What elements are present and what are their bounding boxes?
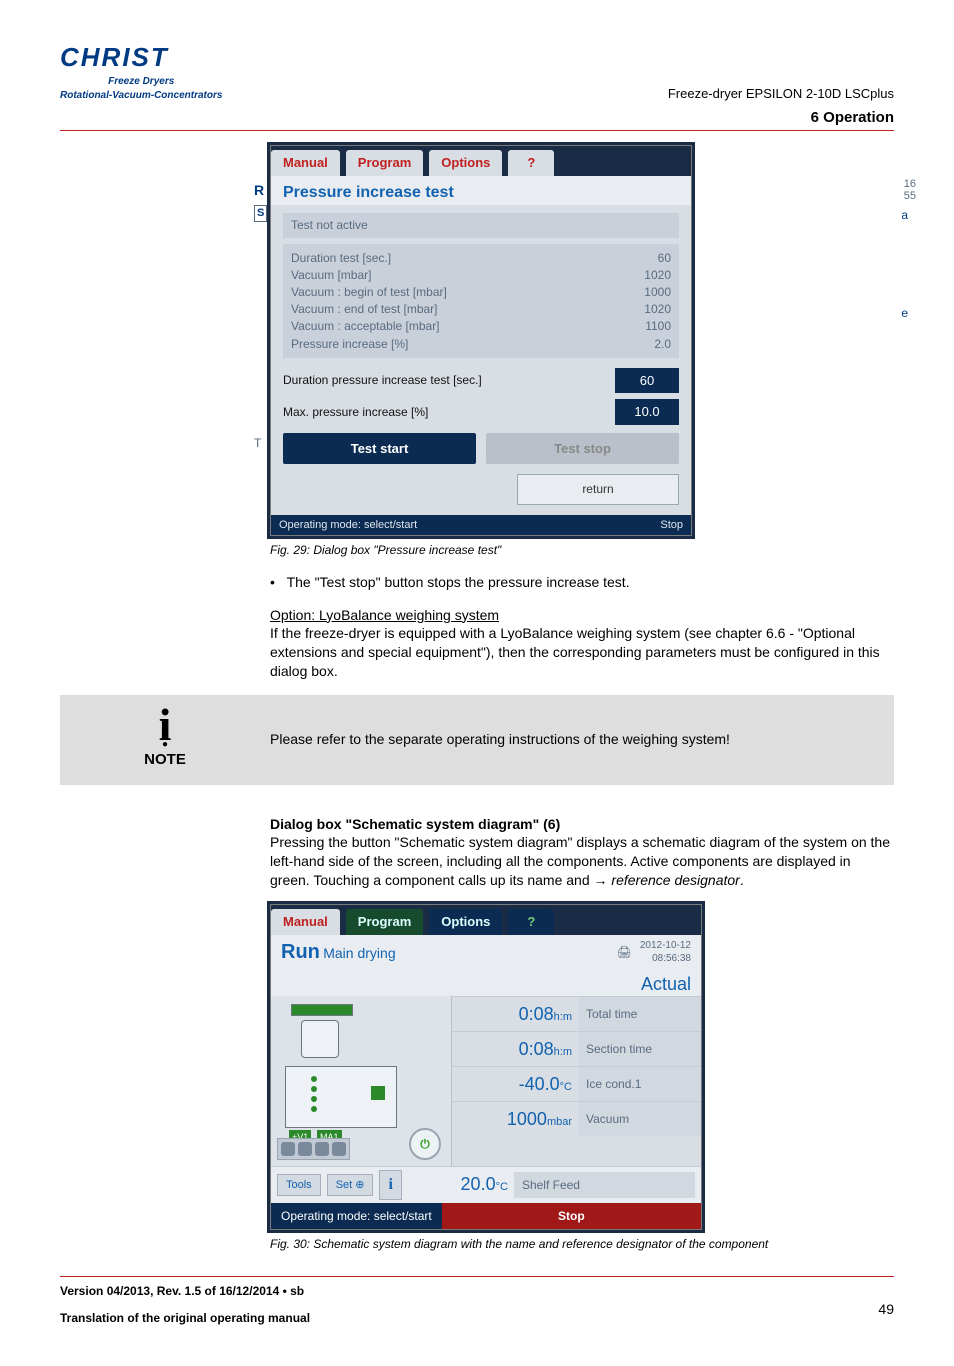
logo-brand: CHRIST xyxy=(60,40,222,75)
info-icon: i● xyxy=(60,709,270,748)
logo-block: CHRIST Freeze Dryers Rotational-Vacuum-C… xyxy=(60,40,222,102)
tab-options[interactable]: Options xyxy=(429,150,502,176)
edge-char: 55 xyxy=(904,189,916,204)
power-button-icon[interactable]: ⏻ xyxy=(409,1128,441,1160)
logo-tagline-2: Rotational-Vacuum-Concentrators xyxy=(60,89,222,103)
printer-icon[interactable]: 🖨 xyxy=(617,944,632,960)
actual-label: Actual xyxy=(271,970,701,996)
product-name: Freeze-dryer EPSILON 2-10D LSCplus xyxy=(668,85,894,103)
chapter-title: 6 Operation xyxy=(60,108,894,128)
param-row: Vacuum [mbar]1020 xyxy=(291,267,671,283)
note-label: NOTE xyxy=(60,750,270,770)
tab-bar: Manual Program Options ? xyxy=(271,146,691,176)
option-heading: Option: LyoBalance weighing system xyxy=(270,607,499,623)
param-row: Vacuum : acceptable [mbar]1100 xyxy=(291,318,671,334)
param-row: Vacuum : end of test [mbar]1020 xyxy=(291,301,671,317)
info-button[interactable]: i xyxy=(379,1170,401,1200)
footer-stop-button[interactable]: Stop xyxy=(442,1203,701,1229)
reading-row: 1000mbarVacuum xyxy=(452,1101,701,1136)
test-status: Test not active xyxy=(283,213,679,237)
header-divider xyxy=(60,130,894,131)
tab-help-2[interactable]: ? xyxy=(508,909,554,935)
run-title: Run xyxy=(281,941,320,963)
duration-input-value[interactable]: 60 xyxy=(615,368,679,394)
valve-icon[interactable] xyxy=(371,1086,385,1100)
max-increase-input-value[interactable]: 10.0 xyxy=(615,399,679,425)
duration-input-label: Duration pressure increase test [sec.] xyxy=(283,372,482,388)
tab-manual[interactable]: Manual xyxy=(271,150,340,176)
pressure-increase-dialog: Manual Program Options ? Pressure increa… xyxy=(270,145,692,536)
bullet-test-stop: • The "Test stop" button stops the press… xyxy=(270,573,894,592)
max-increase-input-label: Max. pressure increase [%] xyxy=(283,404,428,420)
test-start-button[interactable]: Test start xyxy=(283,433,476,465)
mini-icon-tray[interactable] xyxy=(277,1138,350,1160)
page-number: 49 xyxy=(878,1300,894,1319)
reading-row: 0:08h:mSection time xyxy=(452,1031,701,1066)
logo-tagline-1: Freeze Dryers xyxy=(60,75,222,89)
edge-char: a xyxy=(901,207,908,223)
run-subtitle: Main drying xyxy=(323,945,395,961)
param-row: Duration test [sec.]60 xyxy=(291,250,671,266)
set-button[interactable]: Set ⊕ xyxy=(327,1174,374,1197)
page-footer: Version 04/2013, Rev. 1.5 of 16/12/2014 … xyxy=(60,1276,894,1325)
edge-char: R xyxy=(254,181,264,200)
dialog-footer: Operating mode: select/start Stop xyxy=(271,515,691,536)
translation-line: Translation of the original operating ma… xyxy=(60,1310,894,1326)
tab-program-2[interactable]: Program xyxy=(346,909,423,935)
reading-row: -40.0°CIce cond.1 xyxy=(452,1066,701,1101)
note-band: i● NOTE Please refer to the separate ope… xyxy=(60,695,894,784)
footer-mode[interactable]: Operating mode: select/start xyxy=(279,518,417,533)
footer-stop[interactable]: Stop xyxy=(660,518,683,533)
schematic-diagram[interactable]: +V1 MA1 ⏻ xyxy=(271,996,452,1166)
fig30-caption: Fig. 30: Schematic system diagram with t… xyxy=(270,1236,894,1252)
max-increase-input-row: Max. pressure increase [%] 10.0 xyxy=(283,399,679,425)
param-row: Pressure increase [%]2.0 xyxy=(291,336,671,352)
tab-help[interactable]: ? xyxy=(508,150,554,176)
fig29-caption: Fig. 29: Dialog box "Pressure increase t… xyxy=(270,542,894,558)
page-header: CHRIST Freeze Dryers Rotational-Vacuum-C… xyxy=(60,40,894,102)
param-box: Duration test [sec.]60 Vacuum [mbar]1020… xyxy=(283,244,679,358)
readings-panel: 0:08h:mTotal time 0:08h:mSection time -4… xyxy=(452,996,701,1166)
tools-button[interactable]: Tools xyxy=(277,1174,321,1197)
tab-manual-2[interactable]: Manual xyxy=(271,909,340,935)
tab-bar-2: Manual Program Options ? xyxy=(271,905,701,935)
schematic-system-dialog: Manual Program Options ? Run Main drying… xyxy=(270,904,702,1230)
footer-mode-2[interactable]: Operating mode: select/start xyxy=(271,1203,442,1229)
duration-input-row: Duration pressure increase test [sec.] 6… xyxy=(283,368,679,394)
tab-program[interactable]: Program xyxy=(346,150,423,176)
return-button[interactable]: return xyxy=(517,474,679,504)
edge-char: T xyxy=(254,435,261,451)
tab-options-2[interactable]: Options xyxy=(429,909,502,935)
dialog6-heading: Dialog box "Schematic system diagram" (6… xyxy=(270,816,560,832)
timestamp: 2012-10-12 08:56:38 xyxy=(640,939,691,966)
option-paragraph: If the freeze-dryer is equipped with a L… xyxy=(270,625,880,679)
edge-char: e xyxy=(901,305,908,321)
reading-row: 0:08h:mTotal time xyxy=(452,996,701,1031)
dialog-title: Pressure increase test xyxy=(271,176,691,206)
dialog6-paragraph: Pressing the button "Schematic system di… xyxy=(270,834,890,888)
version-line: Version 04/2013, Rev. 1.5 of 16/12/2014 … xyxy=(60,1283,894,1299)
edge-char: S xyxy=(254,205,267,222)
note-text: Please refer to the separate operating i… xyxy=(270,730,894,749)
param-row: Vacuum : begin of test [mbar]1000 xyxy=(291,284,671,300)
test-stop-button[interactable]: Test stop xyxy=(486,433,679,465)
